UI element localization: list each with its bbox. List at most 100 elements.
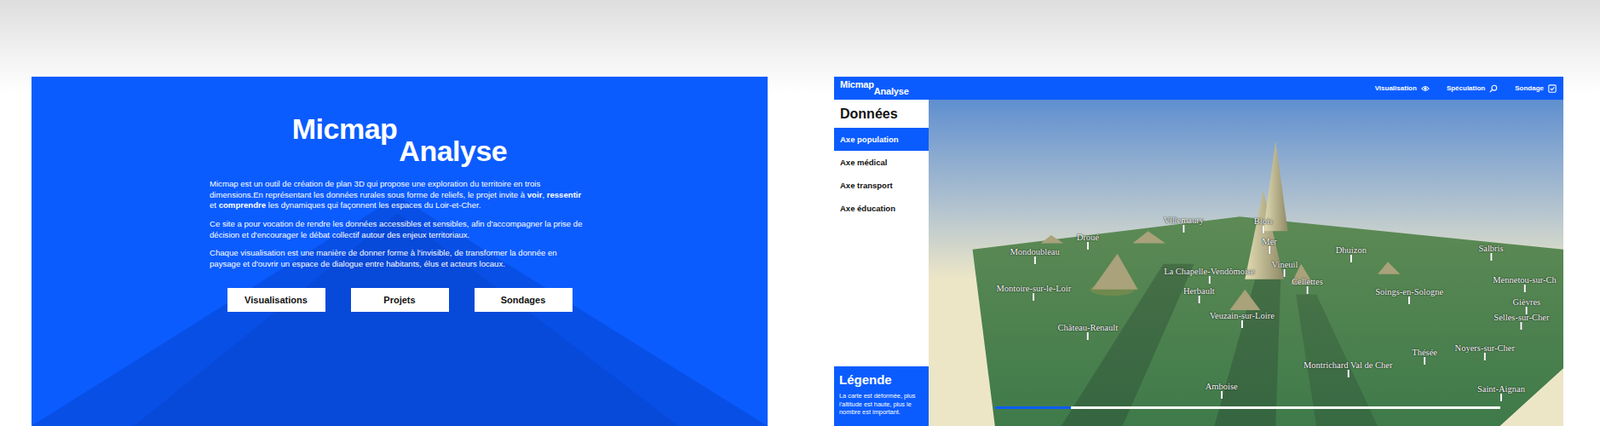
map-pin[interactable]: Salbris: [1478, 243, 1503, 261]
app-body: DonnéesAxe populationAxe médicalAxe tran…: [834, 99, 1564, 426]
text-run: ,: [541, 189, 547, 200]
legend: LégendeLa carte est déformée, plus l'alt…: [834, 366, 929, 426]
pin-line: [1032, 293, 1035, 301]
map-pin[interactable]: Château-Renault: [1058, 322, 1119, 340]
pin-line: [1490, 253, 1492, 261]
map-pin[interactable]: Mennetou-sur-Ch: [1492, 275, 1556, 293]
logo-sub: Analyse: [874, 86, 910, 97]
map-pin[interactable]: Thésée: [1411, 347, 1438, 365]
pin-line: [1182, 224, 1185, 233]
map-scene: [928, 99, 1564, 426]
pin-line: [1262, 225, 1265, 234]
place-label: Salbris: [1478, 243, 1503, 254]
logo: MicmapAnalyse: [292, 114, 508, 166]
place-label: Mennetou-sur-Ch: [1492, 275, 1556, 285]
place-label: Soings-en-Sologne: [1375, 287, 1444, 297]
logo[interactable]: MicmapAnalyse: [840, 76, 910, 97]
map-pin[interactable]: Soings-en-Sologne: [1375, 287, 1444, 305]
pin-line: [1306, 286, 1308, 294]
pin-line: [1087, 332, 1089, 340]
pin-line: [1520, 322, 1523, 330]
place-label: Blois: [1254, 216, 1273, 226]
intro-panel: MicmapAnalyse Micmap est un outil de créa…: [31, 76, 768, 426]
place-label: Gièvres: [1513, 297, 1542, 307]
emphasis: voir: [527, 189, 543, 200]
intro-content: MicmapAnalyse Micmap est un outil de créa…: [209, 76, 590, 312]
nav-item[interactable]: Sondage: [1514, 84, 1557, 93]
search-icon: [1489, 84, 1498, 93]
nav-item[interactable]: Spéculation: [1446, 84, 1498, 93]
pin-line: [1350, 254, 1353, 263]
map-pin[interactable]: Veuzain-sur-Loire: [1209, 310, 1275, 329]
text-run: Chaque visualisation est une manière de …: [209, 247, 558, 269]
emphasis: ressentir: [546, 189, 582, 200]
button-row: Visualisations Projets Sondages: [227, 287, 573, 312]
logo-main: Micmap: [840, 79, 875, 90]
nav-item[interactable]: Visualisation: [1375, 84, 1430, 93]
map-pin[interactable]: Selles-sur-Cher: [1493, 312, 1549, 330]
place-label: Villemaury: [1163, 215, 1204, 225]
app-window: MicmapAnalyse Visualisation Spéculation Son…: [834, 76, 1564, 426]
pin-line: [1346, 369, 1349, 378]
pin-line: [1034, 256, 1036, 265]
paragraph: Micmap est un outil de création de plan …: [209, 178, 590, 212]
place-label: Noyers-sur-Cher: [1455, 343, 1515, 353]
map-pin[interactable]: Cellettes: [1291, 276, 1324, 294]
place-label: Selles-sur-Cher: [1493, 312, 1549, 323]
pin-line: [1208, 276, 1210, 284]
place-label: Amboise: [1205, 381, 1238, 392]
text-run: Ce site a pour vocation de rendre les do…: [209, 218, 583, 240]
place-label: Montrichard Val de Cher: [1303, 360, 1393, 370]
map-pin[interactable]: Herbault: [1183, 286, 1215, 304]
pin-line: [1197, 295, 1200, 304]
sidebar-title: Données: [834, 99, 929, 128]
place-label: Thésée: [1411, 347, 1438, 357]
map-pin[interactable]: Blois: [1254, 216, 1273, 234]
pin-line: [1241, 320, 1244, 329]
nav-button[interactable]: Projets: [351, 287, 449, 312]
sidebar-item[interactable]: Axe transport: [834, 173, 929, 197]
sidebar-item[interactable]: Axe médical: [834, 150, 929, 174]
nav-button[interactable]: Visualisations: [227, 287, 326, 312]
timeline-track[interactable]: [995, 406, 1501, 409]
place-label: Saint-Aignan: [1477, 384, 1526, 394]
logo-main: Micmap: [292, 114, 398, 144]
nav-button[interactable]: Sondages: [474, 287, 573, 312]
map-pin[interactable]: Montrichard Val de Cher: [1303, 360, 1393, 378]
place-label: La Chapelle-Vendômoise: [1163, 266, 1255, 277]
map-pin[interactable]: Dhuizon: [1335, 245, 1367, 263]
sidebar-item[interactable]: Axe éducation: [834, 196, 929, 220]
sidebar: DonnéesAxe populationAxe médicalAxe tran…: [834, 99, 929, 426]
place-label: Droué: [1076, 232, 1100, 242]
pin-line: [1500, 393, 1503, 402]
map-pin[interactable]: Gièvres: [1513, 297, 1542, 315]
pin-line: [1423, 356, 1426, 365]
place-label: Herbault: [1183, 286, 1215, 296]
nav-label[interactable]: Visualisation: [1375, 84, 1417, 93]
text-run: les dynamiques qui façonnent les espaces…: [265, 200, 481, 210]
map-pin[interactable]: Vineuil: [1271, 259, 1299, 277]
pin-line: [1408, 296, 1411, 305]
nav-label[interactable]: Sondage: [1514, 84, 1544, 93]
map-pin[interactable]: Villemaury: [1163, 215, 1204, 233]
map-pin[interactable]: Noyers-sur-Cher: [1455, 343, 1515, 361]
paragraph: Ce site a pour vocation de rendre les do…: [209, 218, 590, 241]
nav-label[interactable]: Spéculation: [1446, 84, 1485, 93]
pin-line: [1087, 241, 1089, 250]
map-pin[interactable]: La Chapelle-Vendômoise: [1163, 266, 1255, 284]
map-pin[interactable]: Droué: [1076, 232, 1100, 250]
map-pin[interactable]: Mondoubleau: [1009, 247, 1059, 265]
place-label: Mer: [1261, 236, 1278, 247]
legend-title: Légende: [839, 372, 924, 387]
text-run: et: [209, 200, 219, 210]
timeline-fill: [995, 406, 1071, 409]
sidebar-item[interactable]: Axe population: [834, 127, 929, 151]
place-label: Cellettes: [1291, 276, 1324, 287]
map-pin[interactable]: Amboise: [1205, 381, 1238, 399]
map-view[interactable]: Villemaury Blois Droué Mer Mondoubleau Dhuizo…: [928, 99, 1564, 426]
map-pin[interactable]: Montoire-sur-le-Loir: [995, 283, 1071, 301]
intro-text: Micmap est un outil de création de plan …: [209, 178, 590, 278]
map-pin[interactable]: Saint-Aignan: [1477, 384, 1526, 402]
map-pin[interactable]: Mer: [1261, 236, 1278, 254]
place-label: Mondoubleau: [1009, 247, 1059, 257]
